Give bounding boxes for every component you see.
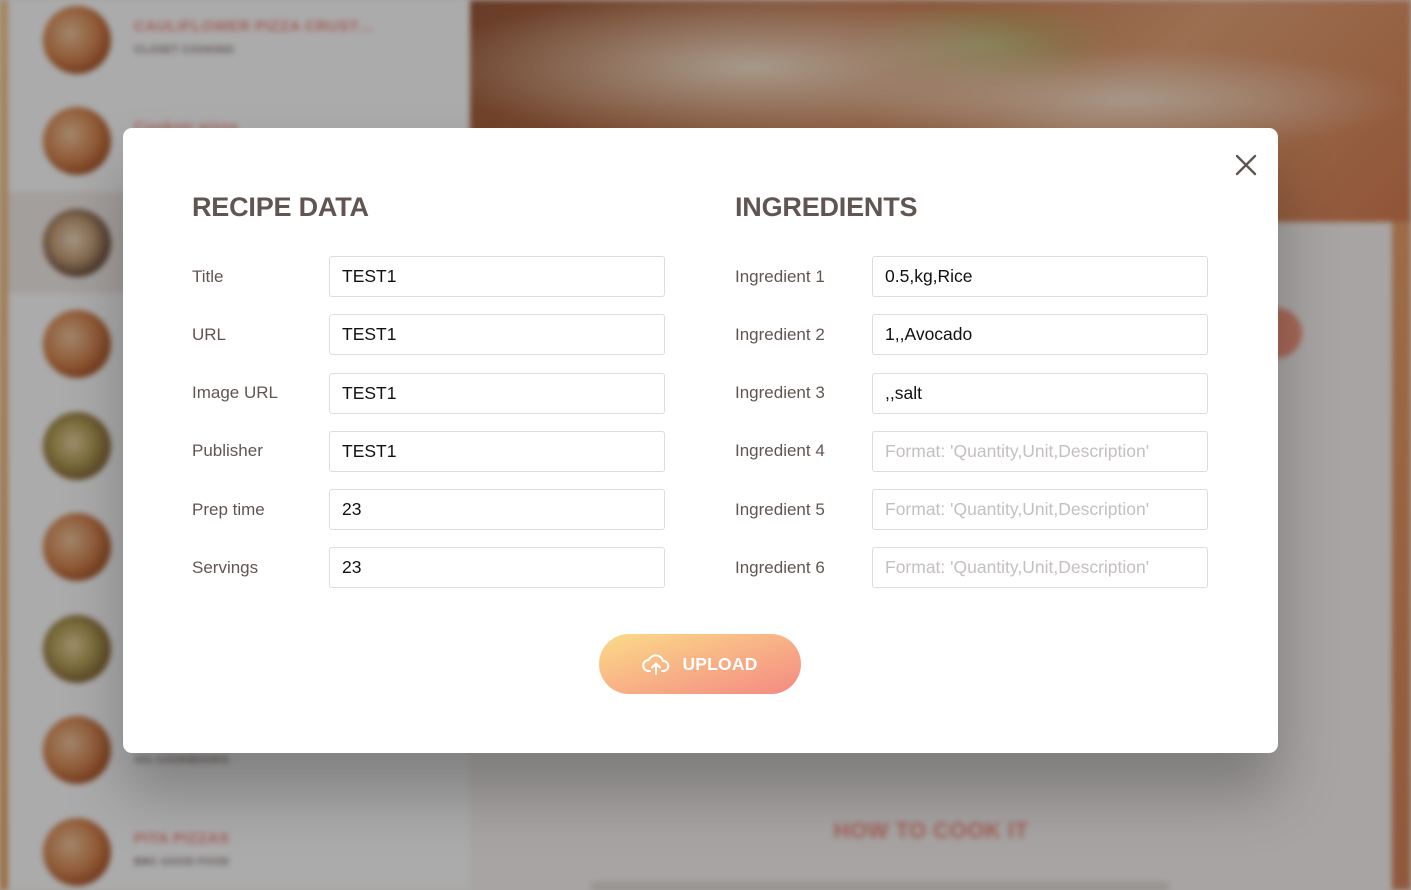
ingredient-field-row: Ingredient 3 bbox=[735, 372, 1208, 414]
ingredient-field-input-1[interactable] bbox=[872, 256, 1208, 297]
ingredient-field-input-3[interactable] bbox=[872, 372, 1208, 414]
ingredients-heading: INGREDIENTS bbox=[735, 192, 918, 222]
ingredients-section: INGREDIENTS Ingredient 1 Ingredient 2 Ingr… bbox=[735, 190, 1208, 606]
ingredient-field-label: Ingredient 3 bbox=[735, 383, 825, 403]
add-recipe-modal: RECIPE DATA Title URL Image URL Publisher Pr… bbox=[123, 128, 1278, 753]
recipe-field-row: Image URL bbox=[192, 372, 665, 414]
ingredient-field-row: Ingredient 4 bbox=[735, 430, 1208, 472]
recipe-field-row: Publisher bbox=[192, 430, 665, 472]
ingredient-field-row: Ingredient 1 bbox=[735, 256, 1208, 297]
recipe-field-label: Prep time bbox=[192, 499, 265, 519]
ingredient-field-label: Ingredient 4 bbox=[735, 441, 825, 461]
recipe-field-label: Publisher bbox=[192, 441, 263, 461]
ingredient-field-input-2[interactable] bbox=[872, 314, 1208, 356]
ingredient-field-row: Ingredient 6 bbox=[735, 547, 1208, 589]
recipe-field-input-1[interactable] bbox=[329, 256, 665, 297]
ingredient-field-label: Ingredient 6 bbox=[735, 557, 825, 577]
recipe-field-input-5[interactable] bbox=[329, 489, 665, 531]
ingredient-field-label: Ingredient 1 bbox=[735, 266, 825, 286]
ingredient-field-input-5[interactable] bbox=[872, 489, 1208, 531]
recipe-data-heading: RECIPE DATA bbox=[192, 192, 369, 222]
recipe-field-input-2[interactable] bbox=[329, 314, 665, 356]
cloud-upload-icon bbox=[642, 654, 670, 675]
ingredient-field-label: Ingredient 5 bbox=[735, 499, 825, 519]
recipe-field-row: Servings bbox=[192, 547, 665, 589]
recipe-field-label: Image URL bbox=[192, 383, 278, 403]
recipe-field-label: URL bbox=[192, 324, 227, 344]
ingredient-field-input-6[interactable] bbox=[872, 547, 1208, 589]
recipe-field-row: Title bbox=[192, 256, 665, 297]
upload-label: UPLOAD bbox=[682, 653, 758, 674]
recipe-field-input-6[interactable] bbox=[329, 547, 665, 589]
recipe-field-input-4[interactable] bbox=[329, 430, 665, 472]
ingredient-field-row: Ingredient 5 bbox=[735, 489, 1208, 531]
close-icon bbox=[1235, 154, 1257, 176]
recipe-field-label: Title bbox=[192, 266, 224, 286]
recipe-field-row: URL bbox=[192, 314, 665, 356]
ingredient-field-input-4[interactable] bbox=[872, 430, 1208, 472]
recipe-field-row: Prep time bbox=[192, 489, 665, 531]
ingredient-field-label: Ingredient 2 bbox=[735, 324, 825, 344]
ingredient-field-row: Ingredient 2 bbox=[735, 314, 1208, 356]
recipe-field-label: Servings bbox=[192, 557, 259, 577]
close-modal-button[interactable] bbox=[1229, 148, 1263, 182]
recipe-data-section: RECIPE DATA Title URL Image URL Publisher Pr… bbox=[192, 190, 665, 606]
upload-button[interactable]: UPLOAD bbox=[599, 634, 801, 694]
recipe-field-input-3[interactable] bbox=[329, 372, 665, 414]
